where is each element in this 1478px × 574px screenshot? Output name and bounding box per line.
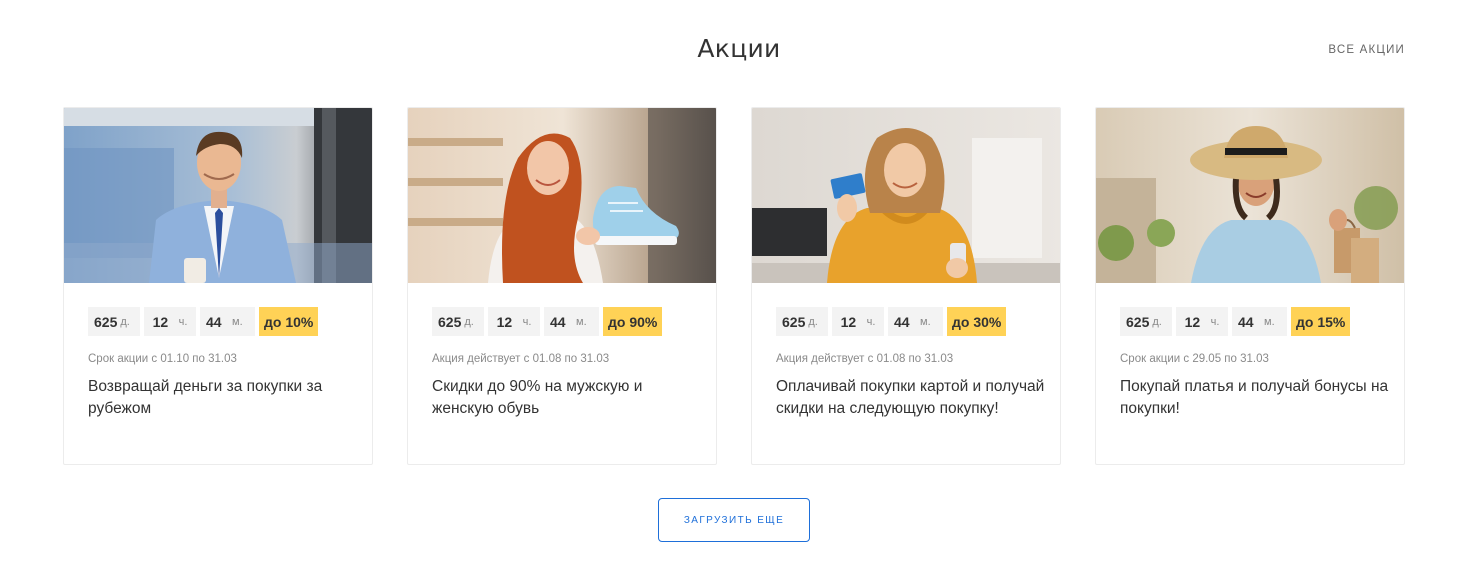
promo-image-woman-card[interactable] <box>752 108 1060 283</box>
promo-card[interactable]: 625 д. 12 ч. 44 м. до 30% Акция действует… <box>751 107 1061 465</box>
promo-card[interactable]: 625 д. 12 ч. 44 м. до 15% Срок акции с 29… <box>1095 107 1405 465</box>
promo-image-woman-sneaker[interactable] <box>408 108 716 283</box>
promo-period: Срок акции с 29.05 по 31.03 <box>1120 353 1269 365</box>
discount-badge: до 30% <box>947 307 1007 336</box>
promo-period: Акция действует с 01.08 по 31.03 <box>432 353 610 365</box>
load-more-button[interactable]: ЗАГРУЗИТЬ ЕЩЕ <box>658 498 810 542</box>
timer-days: 625 д. <box>776 307 828 336</box>
discount-badge: до 90% <box>603 307 663 336</box>
timer-days: 625 д. <box>88 307 140 336</box>
promo-title-link[interactable]: Покупай платья и получай бонусы на покуп… <box>1120 376 1392 420</box>
promotions-grid: 625 д. 12 ч. 44 м. до 10% Срок акции с 01… <box>63 107 1405 465</box>
promo-title-link[interactable]: Возвращай деньги за покупки за рубежом <box>88 376 360 420</box>
countdown-timer: 625 д. 12 ч. 44 м. до 15% <box>1120 307 1351 336</box>
promo-image-woman-hat[interactable] <box>1096 108 1404 283</box>
all-promotions-link[interactable]: ВСЕ АКЦИИ <box>1328 44 1405 56</box>
timer-hours: 12 ч. <box>488 307 540 336</box>
timer-hours: 12 ч. <box>144 307 196 336</box>
section-title: Акции <box>697 34 781 63</box>
discount-badge: до 15% <box>1291 307 1351 336</box>
promo-title-link[interactable]: Скидки до 90% на мужскую и женскую обувь <box>432 376 704 420</box>
promo-title-link[interactable]: Оплачивай покупки картой и получай скидк… <box>776 376 1048 420</box>
countdown-timer: 625 д. 12 ч. 44 м. до 90% <box>432 307 663 336</box>
discount-badge: до 10% <box>259 307 319 336</box>
promo-card[interactable]: 625 д. 12 ч. 44 м. до 10% Срок акции с 01… <box>63 107 373 465</box>
timer-hours: 12 ч. <box>832 307 884 336</box>
promo-card[interactable]: 625 д. 12 ч. 44 м. до 90% Акция действует… <box>407 107 717 465</box>
timer-minutes: 44 м. <box>888 307 943 336</box>
section-header: Акции ВСЕ АКЦИИ <box>0 0 1478 100</box>
timer-minutes: 44 м. <box>1232 307 1287 336</box>
promo-period: Срок акции с 01.10 по 31.03 <box>88 353 237 365</box>
timer-hours: 12 ч. <box>1176 307 1228 336</box>
timer-days: 625 д. <box>432 307 484 336</box>
promo-period: Акция действует с 01.08 по 31.03 <box>776 353 954 365</box>
timer-minutes: 44 м. <box>544 307 599 336</box>
countdown-timer: 625 д. 12 ч. 44 м. до 10% <box>88 307 319 336</box>
timer-minutes: 44 м. <box>200 307 255 336</box>
promo-image-man-suit[interactable] <box>64 108 372 283</box>
countdown-timer: 625 д. 12 ч. 44 м. до 30% <box>776 307 1007 336</box>
timer-days: 625 д. <box>1120 307 1172 336</box>
